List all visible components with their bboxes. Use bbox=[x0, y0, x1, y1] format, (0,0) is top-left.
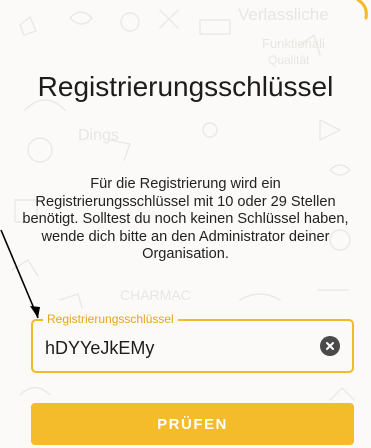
clear-icon[interactable] bbox=[320, 336, 340, 356]
registration-key-field[interactable]: Registrierungsschlüssel bbox=[31, 312, 354, 373]
svg-text:Funktionali: Funktionali bbox=[262, 36, 325, 51]
page-title: Registrierungsschlüssel bbox=[37, 71, 334, 102]
svg-text:CHARMAC: CHARMAC bbox=[120, 287, 191, 303]
check-button[interactable]: PRÜFEN bbox=[31, 403, 354, 445]
svg-text:Verlassliche: Verlassliche bbox=[238, 5, 329, 24]
field-label: Registrierungsschlüssel bbox=[43, 312, 178, 326]
description-text: Für die Registrierung wird ein Registrie… bbox=[22, 176, 349, 263]
corner-decoration bbox=[356, 0, 368, 20]
registration-key-input[interactable] bbox=[45, 338, 295, 359]
svg-text:Dings: Dings bbox=[78, 127, 119, 144]
svg-text:Qualität: Qualität bbox=[268, 53, 310, 67]
